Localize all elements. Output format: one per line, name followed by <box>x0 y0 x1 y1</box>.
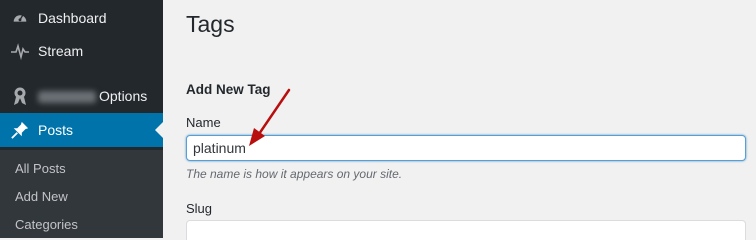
tag-slug-input[interactable] <box>186 220 746 240</box>
sidebar-item-dashboard[interactable]: Dashboard <box>0 1 163 35</box>
name-help-text: The name is how it appears on your site. <box>186 167 403 181</box>
submenu-item-categories[interactable]: Categories <box>15 217 78 232</box>
slug-field-label: Slug <box>186 201 213 216</box>
sidebar-item-label: Dashboard <box>38 10 107 26</box>
sidebar-item-stream[interactable]: Stream <box>0 34 163 68</box>
main-content: Tags Add New Tag Name The name is how it… <box>163 0 756 240</box>
posts-submenu: All Posts Add New Categories <box>0 150 163 238</box>
stream-icon <box>10 41 30 61</box>
active-indicator <box>155 122 163 138</box>
submenu-item-all-posts[interactable]: All Posts <box>15 161 66 176</box>
page-title: Tags <box>186 11 235 37</box>
pin-icon <box>10 120 30 140</box>
submenu-item-add-new[interactable]: Add New <box>15 189 68 204</box>
sidebar-item-posts[interactable]: Posts <box>0 113 163 147</box>
annotation-arrow-icon <box>249 88 291 146</box>
sidebar-item-label: Stream <box>38 43 84 59</box>
name-field-label: Name <box>186 115 221 130</box>
sidebar-item-options[interactable]: Options <box>0 79 163 113</box>
sidebar-item-label: Options <box>38 88 147 104</box>
redacted-text <box>38 91 96 104</box>
dashboard-icon <box>10 8 30 28</box>
sidebar-item-label: Posts <box>38 122 74 138</box>
admin-sidebar: Dashboard Stream Options Posts All Posts… <box>0 0 163 238</box>
award-icon <box>10 86 30 106</box>
